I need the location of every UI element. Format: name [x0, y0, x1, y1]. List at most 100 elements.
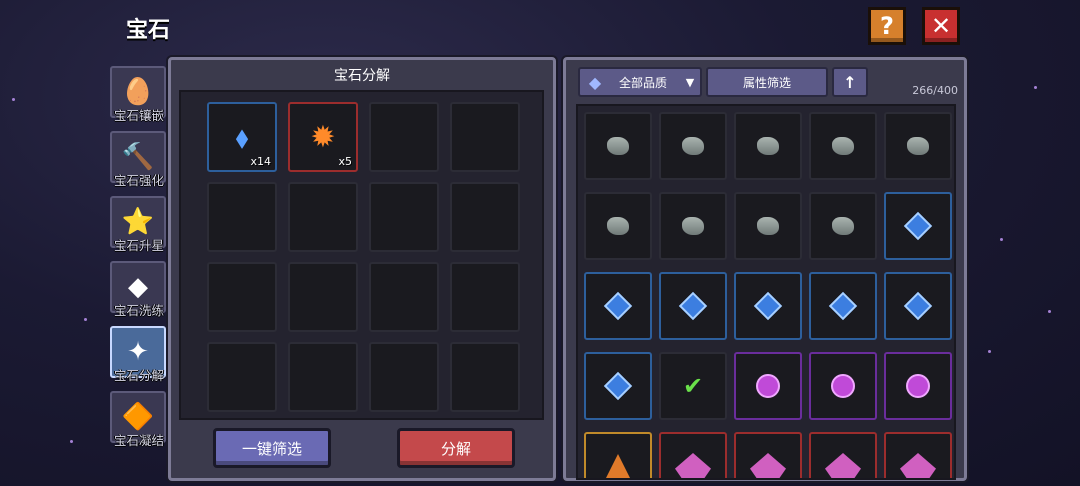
gold-gem-icon: [606, 454, 630, 478]
side-tab-4[interactable]: ◆ 宝石洗练: [108, 261, 168, 325]
purple-gem-icon: [756, 374, 780, 398]
blue-gem-icon: [903, 291, 933, 321]
quick-filter-button[interactable]: 一键筛选: [213, 428, 331, 468]
side-tab-label: 宝石镶嵌: [113, 108, 164, 123]
side-tab-label: 宝石凝结: [113, 433, 164, 448]
decompose-slot[interactable]: [369, 262, 439, 332]
background-star: [84, 318, 87, 321]
page-title: 宝石: [126, 18, 171, 43]
inventory-slot[interactable]: [734, 192, 802, 260]
decompose-slot[interactable]: [450, 342, 520, 412]
background-star: [1000, 238, 1003, 241]
inventory-slot[interactable]: [884, 272, 952, 340]
gray-stone-icon: [832, 217, 854, 235]
background-star: [70, 440, 73, 443]
close-button[interactable]: ✕: [922, 7, 960, 45]
side-tab-6[interactable]: 🔶 宝石凝结: [108, 391, 168, 455]
decompose-slot[interactable]: [369, 342, 439, 412]
decompose-slot[interactable]: [207, 342, 277, 412]
gray-stone-icon: [832, 137, 854, 155]
inventory-slot[interactable]: [734, 112, 802, 180]
quality-filter-dropdown[interactable]: ◆ 全部品质 ▼: [578, 67, 702, 97]
blue-gem-icon: [828, 291, 858, 321]
gray-stone-icon: [907, 137, 929, 155]
decompose-slot[interactable]: ✹ x5: [288, 102, 358, 172]
inventory-slot[interactable]: [659, 432, 727, 478]
side-tab-2[interactable]: 🔨 宝石强化: [108, 131, 168, 195]
inventory-slot[interactable]: [809, 272, 877, 340]
decompose-slot[interactable]: [288, 342, 358, 412]
inventory-slot[interactable]: [584, 352, 652, 420]
decompose-button[interactable]: 分解: [397, 428, 515, 468]
side-tab-bar: 🥚 宝石镶嵌 🔨 宝石强化 ⭐ 宝石升星 ◆ 宝石洗练 ✦ 宝石分解 🔶 宝石凝结: [108, 66, 170, 456]
decompose-slot-grid: ⬧ x14 ✹ x5: [179, 90, 544, 420]
inventory-slot[interactable]: [659, 192, 727, 260]
check-icon: ✔: [682, 372, 704, 400]
gray-stone-icon: [757, 137, 779, 155]
inventory-slot[interactable]: [584, 432, 652, 478]
inventory-slot[interactable]: [884, 112, 952, 180]
side-tab-label: 宝石升星: [113, 238, 164, 253]
quality-diamond-icon: ◆: [588, 72, 602, 92]
side-tab-label: 宝石分解: [113, 368, 164, 383]
attribute-filter-button[interactable]: 属性筛选: [706, 67, 828, 97]
item-count: x5: [338, 155, 352, 168]
inventory-slot[interactable]: [884, 432, 952, 478]
side-tab-5[interactable]: ✦ 宝石分解: [108, 326, 168, 390]
blue-gem-icon: [753, 291, 783, 321]
inventory-slot[interactable]: [734, 432, 802, 478]
decompose-slot[interactable]: [288, 182, 358, 252]
help-button[interactable]: ?: [868, 7, 906, 45]
inventory-slot[interactable]: ✔: [659, 352, 727, 420]
decompose-slot[interactable]: [450, 182, 520, 252]
inventory-capacity: 266/400: [912, 84, 958, 97]
gem-inventory-panel: ◆ 全部品质 ▼ 属性筛选 ↑ 266/400 ✔: [563, 57, 967, 481]
inventory-slot[interactable]: [884, 192, 952, 260]
side-tab-1[interactable]: 🥚 宝石镶嵌: [108, 66, 168, 130]
background-star: [988, 350, 991, 353]
decompose-slot[interactable]: [207, 262, 277, 332]
side-tab-3[interactable]: ⭐ 宝石升星: [108, 196, 168, 260]
chevron-down-icon: ▼: [685, 75, 695, 89]
inventory-slot[interactable]: [584, 112, 652, 180]
blue-gem-icon: [603, 291, 633, 321]
background-star: [12, 98, 15, 101]
gem-inventory-grid: ✔: [576, 104, 956, 480]
inventory-slot[interactable]: [659, 112, 727, 180]
gray-stone-icon: [682, 217, 704, 235]
inventory-slot[interactable]: [809, 192, 877, 260]
crystal-cluster-icon: [825, 453, 861, 478]
gray-stone-icon: [682, 137, 704, 155]
crystal-cluster-icon: [675, 453, 711, 478]
inventory-slot[interactable]: [809, 112, 877, 180]
decompose-slot[interactable]: [450, 262, 520, 332]
inventory-slot[interactable]: [584, 272, 652, 340]
crystal-cluster-icon: [750, 453, 786, 478]
gray-stone-icon: [607, 137, 629, 155]
blue-gem-icon: [603, 371, 633, 401]
inventory-slot[interactable]: [734, 272, 802, 340]
decompose-slot[interactable]: [288, 262, 358, 332]
sort-arrow-button[interactable]: ↑: [832, 67, 868, 97]
item-count: x14: [250, 155, 271, 168]
inventory-slot[interactable]: [659, 272, 727, 340]
decompose-slot[interactable]: [450, 102, 520, 172]
inventory-slot[interactable]: [809, 432, 877, 478]
inventory-slot[interactable]: [584, 192, 652, 260]
blue-gem-icon: [678, 291, 708, 321]
decompose-slot[interactable]: [369, 182, 439, 252]
blue-gem-icon: [903, 211, 933, 241]
inventory-slot[interactable]: [884, 352, 952, 420]
decompose-slot[interactable]: ⬧ x14: [207, 102, 277, 172]
crystal-cluster-icon: [900, 453, 936, 478]
background-star: [1048, 310, 1051, 313]
gray-stone-icon: [607, 217, 629, 235]
decompose-slot[interactable]: [207, 182, 277, 252]
decompose-panel-title: 宝石分解: [334, 68, 390, 84]
inventory-slot[interactable]: [734, 352, 802, 420]
decompose-slot[interactable]: [369, 102, 439, 172]
purple-gem-icon: [831, 374, 855, 398]
purple-gem-icon: [906, 374, 930, 398]
side-tab-label: 宝石强化: [113, 173, 164, 188]
inventory-slot[interactable]: [809, 352, 877, 420]
